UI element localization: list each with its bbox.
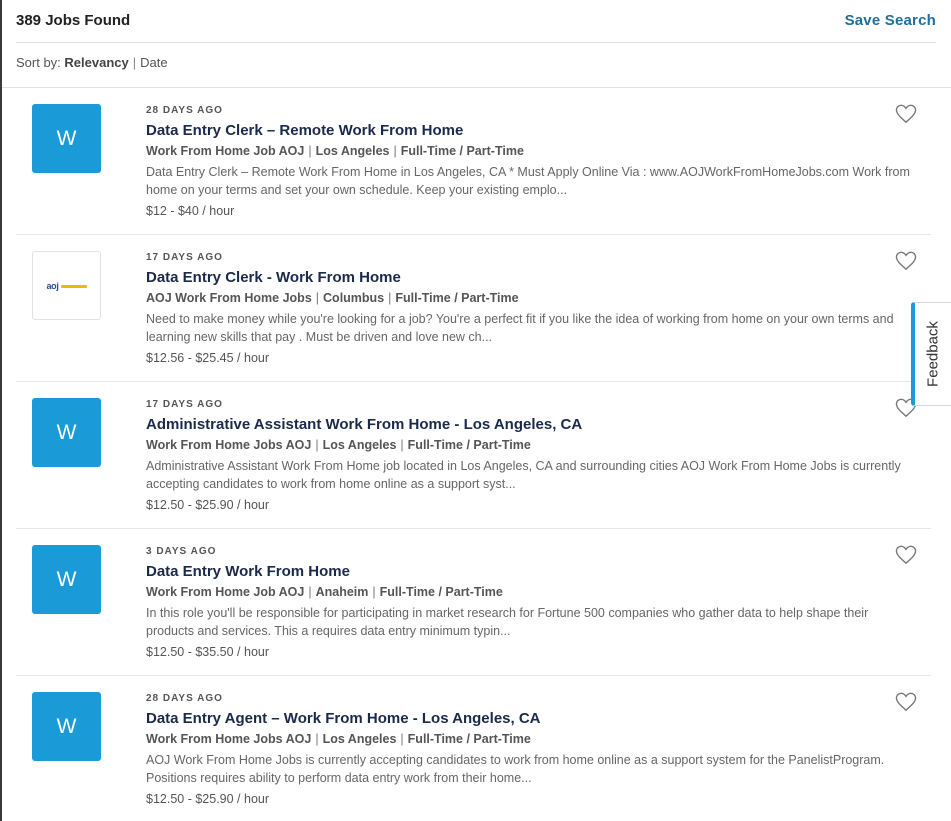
- job-age: 17 DAYS AGO: [146, 252, 223, 263]
- job-pay: $12.50 - $25.90 / hour: [146, 498, 270, 512]
- job-description: Need to make money while you're looking …: [146, 312, 894, 344]
- job-type: Full-Time / Part-Time: [407, 732, 531, 746]
- company-logo: aoj: [32, 251, 101, 320]
- job-meta: Work From Home Jobs AOJ | Los Angeles | Full…: [146, 731, 916, 747]
- job-type: Full-Time / Part-Time: [379, 585, 503, 599]
- job-age: 28 DAYS AGO: [146, 693, 223, 704]
- save-search-link[interactable]: Save Search: [845, 12, 936, 29]
- job-card[interactable]: aoj 17 DAYS AGO Data Entry Clerk - Work …: [16, 235, 931, 382]
- job-pay: $12 - $40 / hour: [146, 204, 235, 218]
- job-company: AOJ Work From Home Jobs: [146, 291, 312, 305]
- sort-label: Sort by:: [16, 55, 61, 70]
- sort-option-date[interactable]: Date: [140, 55, 167, 70]
- sort-bar: Sort by: Relevancy | Date: [16, 55, 168, 70]
- job-meta: Work From Home Jobs AOJ | Los Angeles | Full…: [146, 437, 916, 453]
- job-location: Los Angeles: [322, 732, 397, 746]
- company-logo: W: [32, 398, 101, 467]
- job-type: Full-Time / Part-Time: [395, 291, 519, 305]
- job-card[interactable]: W 3 DAYS AGO Data Entry Work From Home W…: [16, 529, 931, 676]
- logo-letter: W: [56, 126, 77, 150]
- job-description: Data Entry Clerk – Remote Work From Home…: [146, 165, 910, 197]
- left-border: [0, 0, 2, 821]
- job-title-link[interactable]: Data Entry Clerk - Work From Home: [146, 269, 916, 287]
- meta-separator: |: [315, 291, 320, 305]
- heart-icon[interactable]: [895, 692, 917, 712]
- job-type: Full-Time / Part-Time: [400, 144, 524, 158]
- logo-letter: W: [56, 714, 77, 738]
- meta-separator: |: [372, 585, 376, 599]
- logo-letter: W: [56, 420, 77, 444]
- heart-icon[interactable]: [895, 251, 917, 271]
- job-card[interactable]: W 17 DAYS AGO Administrative Assistant W…: [16, 382, 931, 529]
- job-age: 3 DAYS AGO: [146, 546, 217, 557]
- job-pay: $12.50 - $25.90 / hour: [146, 792, 270, 806]
- job-location: Columbus: [323, 291, 385, 305]
- job-content: 28 DAYS AGO Data Entry Agent – Work From…: [146, 693, 916, 807]
- meta-separator: |: [315, 732, 319, 746]
- job-location: Los Angeles: [315, 144, 390, 158]
- meta-separator: |: [308, 585, 312, 599]
- results-header: 389 Jobs Found Save Search: [16, 0, 936, 43]
- company-logo: W: [32, 692, 101, 761]
- company-logo: W: [32, 104, 101, 173]
- job-content: 17 DAYS AGO Administrative Assistant Wor…: [146, 399, 916, 513]
- job-company: Work From Home Job AOJ: [146, 144, 305, 158]
- heart-icon[interactable]: [895, 545, 917, 565]
- job-content: 17 DAYS AGO Data Entry Clerk - Work From…: [146, 252, 916, 366]
- job-meta: Work From Home Job AOJ | Los Angeles | Full-…: [146, 143, 916, 159]
- meta-separator: |: [393, 144, 397, 158]
- job-pay: $12.56 - $25.45 / hour: [146, 351, 270, 365]
- meta-separator: |: [400, 438, 404, 452]
- job-description: Administrative Assistant Work From Home …: [146, 459, 901, 491]
- job-location: Anaheim: [315, 585, 369, 599]
- job-title-link[interactable]: Administrative Assistant Work From Home …: [146, 416, 916, 434]
- job-age: 28 DAYS AGO: [146, 105, 223, 116]
- feedback-tab[interactable]: Feedback: [911, 302, 951, 406]
- job-content: 28 DAYS AGO Data Entry Clerk – Remote Wo…: [146, 105, 916, 219]
- job-title-link[interactable]: Data Entry Work From Home: [146, 563, 916, 581]
- job-type: Full-Time / Part-Time: [407, 438, 531, 452]
- heart-icon[interactable]: [895, 104, 917, 124]
- job-company: Work From Home Jobs AOJ: [146, 438, 312, 452]
- job-title-link[interactable]: Data Entry Clerk – Remote Work From Home: [146, 122, 916, 140]
- meta-separator: |: [388, 291, 392, 305]
- feedback-label: Feedback: [924, 321, 942, 387]
- company-logo: W: [32, 545, 101, 614]
- job-card[interactable]: W 28 DAYS AGO Data Entry Clerk – Remote …: [16, 88, 931, 235]
- logo-letter: W: [56, 567, 77, 591]
- job-pay: $12.50 - $35.50 / hour: [146, 645, 270, 659]
- job-meta: AOJ Work From Home Jobs | Columbus | Full-Ti…: [146, 290, 916, 306]
- sort-option-relevancy[interactable]: Relevancy: [64, 55, 128, 70]
- meta-separator: |: [315, 438, 319, 452]
- job-description: In this role you'll be responsible for p…: [146, 606, 869, 638]
- meta-separator: |: [400, 732, 404, 746]
- job-content: 3 DAYS AGO Data Entry Work From Home Wor…: [146, 546, 916, 660]
- meta-separator: |: [308, 144, 312, 158]
- jobs-found-count: 389 Jobs Found: [16, 12, 131, 29]
- job-list: W 28 DAYS AGO Data Entry Clerk – Remote …: [16, 88, 931, 821]
- job-description: AOJ Work From Home Jobs is currently acc…: [146, 753, 885, 785]
- job-card[interactable]: W 28 DAYS AGO Data Entry Agent – Work Fr…: [16, 676, 931, 821]
- job-company: Work From Home Job AOJ: [146, 585, 305, 599]
- job-title-link[interactable]: Data Entry Agent – Work From Home - Los …: [146, 710, 916, 728]
- job-company: Work From Home Jobs AOJ: [146, 732, 312, 746]
- aoj-logo-icon: aoj: [46, 281, 87, 291]
- sort-separator: |: [132, 55, 137, 70]
- job-meta: Work From Home Job AOJ | Anaheim | Full-Time…: [146, 584, 916, 600]
- job-location: Los Angeles: [322, 438, 397, 452]
- job-age: 17 DAYS AGO: [146, 399, 223, 410]
